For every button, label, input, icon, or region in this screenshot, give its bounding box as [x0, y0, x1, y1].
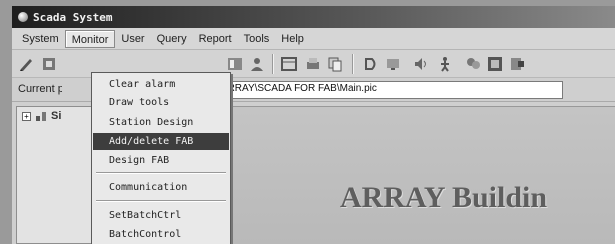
menu-separator	[96, 200, 226, 202]
edit-icon[interactable]	[18, 55, 36, 73]
current-path-label: Current p	[18, 83, 62, 95]
menu-item-communication[interactable]: Communication	[93, 179, 229, 196]
user-icon[interactable]	[248, 55, 266, 73]
menu-item-draw-tools[interactable]: Draw tools	[93, 94, 229, 111]
person-icon[interactable]	[436, 55, 454, 73]
toolbar-separator	[272, 54, 274, 74]
menu-item-set-batch-ctrl[interactable]: SetBatchCtrl	[93, 207, 229, 224]
menu-query[interactable]: Query	[151, 30, 193, 48]
menu-monitor[interactable]: Monitor	[64, 29, 116, 48]
menu-item-batch-control[interactable]: BatchControl	[93, 226, 229, 243]
tree-root-item[interactable]: Si	[51, 110, 61, 122]
monitor-dropdown-menu: Clear alarm Draw tools Station Design Ad…	[91, 72, 231, 244]
layout-icon[interactable]	[226, 55, 244, 73]
menu-report[interactable]: Report	[193, 30, 238, 48]
print-icon[interactable]	[304, 55, 322, 73]
main-display-area: ARRAY Buildin	[210, 106, 615, 244]
window-icon[interactable]	[280, 55, 298, 73]
menu-item-clear-alarm[interactable]: Clear alarm	[93, 76, 229, 93]
menu-system[interactable]: System	[16, 30, 65, 48]
title-bar[interactable]: Scada System	[12, 6, 615, 28]
tool-icon[interactable]	[40, 55, 58, 73]
network-node-icon	[36, 112, 46, 121]
screen-icon[interactable]	[384, 55, 402, 73]
menu-bar: System Monitor User Query Report Tools H…	[12, 28, 615, 50]
menu-separator	[96, 172, 226, 174]
menu-help[interactable]: Help	[275, 30, 310, 48]
expand-toggle-icon[interactable]: +	[22, 112, 31, 121]
menu-item-add-delete-fab[interactable]: Add/delete FAB	[93, 133, 229, 150]
window-title: Scada System	[33, 10, 113, 24]
menu-user[interactable]: User	[115, 30, 150, 48]
app-icon	[18, 12, 28, 22]
toolbar-separator	[352, 54, 354, 74]
display-icon[interactable]	[362, 55, 380, 73]
copy-icon[interactable]	[326, 55, 344, 73]
sound-icon[interactable]	[412, 55, 430, 73]
exit-icon[interactable]	[508, 55, 526, 73]
menu-item-station-design[interactable]: Station Design	[93, 114, 229, 131]
menu-item-design-fab[interactable]: Design FAB	[93, 152, 229, 169]
current-path-field[interactable]: .ES\ARRAY\SCADA FOR FAB\Main.pic	[197, 81, 563, 99]
building-title: ARRAY Buildin	[340, 181, 548, 214]
menu-tools[interactable]: Tools	[238, 30, 276, 48]
user-group-icon[interactable]	[464, 55, 482, 73]
monitor-icon[interactable]	[486, 55, 504, 73]
scada-window: Scada System System Monitor User Query R…	[12, 6, 615, 244]
